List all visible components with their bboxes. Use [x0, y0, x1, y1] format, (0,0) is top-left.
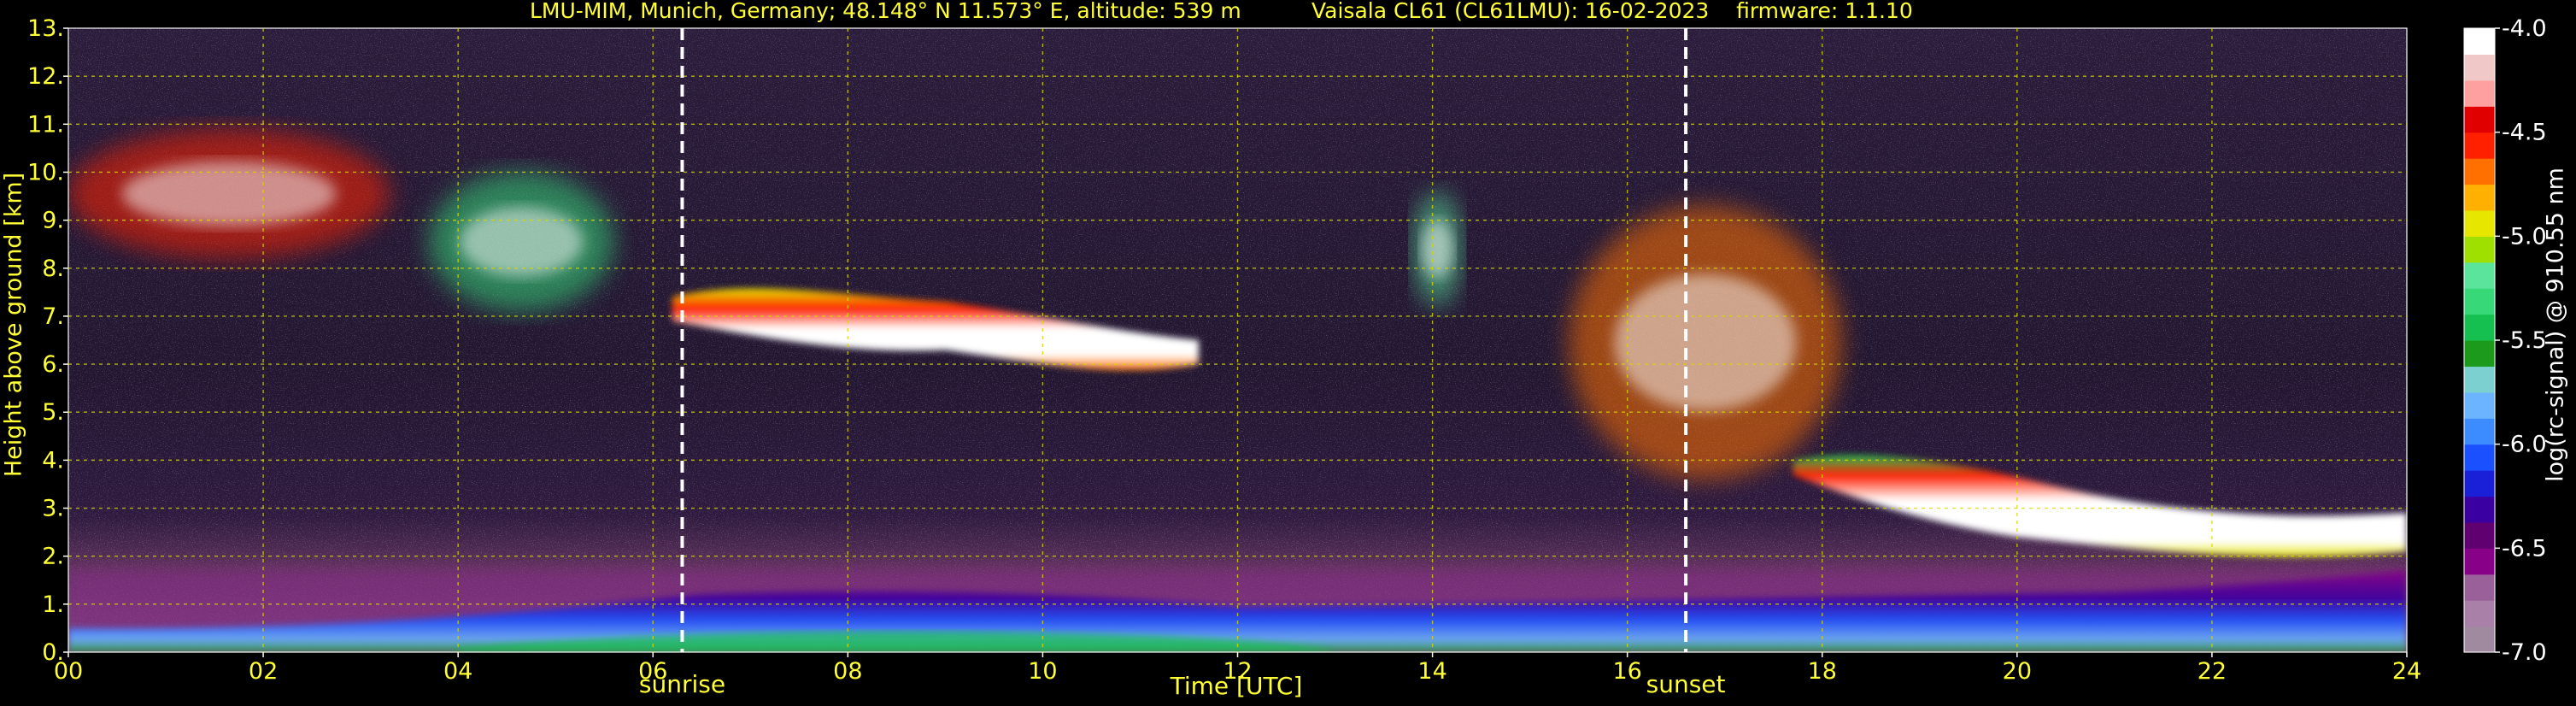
x-tick-label: 22 — [2198, 658, 2227, 685]
y-tick-label: 13. — [27, 15, 64, 42]
cirrus-14h-core — [1421, 220, 1454, 278]
colorbar-segment — [2464, 496, 2495, 523]
y-tick-label: 11. — [27, 111, 64, 138]
x-tick-label: 18 — [1808, 658, 1837, 685]
y-axis-ticks: 0. 1. 2. 3. 4. 5. 6. 7. 8. 9. 10. 11. 12. 13. — [27, 15, 68, 666]
colorbar-tick-label: -5.0 — [2502, 223, 2547, 250]
colorbar-segment — [2464, 444, 2495, 471]
colorbar-segment — [2464, 418, 2495, 445]
y-tick-label: 5. — [42, 399, 64, 426]
sunrise-label: sunrise — [638, 670, 726, 698]
colorbar-segment — [2464, 79, 2495, 107]
colorbar-segment — [2464, 600, 2495, 627]
colorbar-segment — [2464, 209, 2495, 237]
colorbar-tick-label: -5.5 — [2502, 327, 2547, 354]
colorbar-label: log(rc-signal) @ 910.55 nm — [2542, 168, 2569, 482]
colorbar-tick-label: -6.0 — [2502, 432, 2547, 458]
y-tick-label: 7. — [42, 303, 64, 330]
colorbar-tick-label: -4.5 — [2502, 120, 2547, 146]
colorbar-segment — [2464, 288, 2495, 315]
colorbar-segment — [2464, 262, 2495, 289]
colorbar-segment — [2464, 314, 2495, 341]
y-tick-label: 2. — [42, 544, 64, 570]
colorbar-segment — [2464, 236, 2495, 263]
x-tick-label: 02 — [249, 658, 278, 685]
colorbar-tick-label: -4.0 — [2502, 15, 2547, 42]
y-axis-label: Height above ground [km] — [0, 172, 27, 478]
y-tick-label: 10. — [27, 159, 64, 185]
x-tick-label: 16 — [1612, 658, 1641, 685]
y-tick-label: 12. — [27, 63, 64, 90]
colorbar-segment — [2464, 158, 2495, 185]
x-axis-label: Time [UTC] — [1170, 672, 1303, 700]
cloud-descending-core — [1614, 274, 1797, 411]
colorbar-segment — [2464, 626, 2495, 653]
colorbar: -7.0 -6.5 -6.0 -5.5 -5.0 -4.5 -4.0 — [2463, 15, 2547, 666]
lidar-figure: 00 02 04 06 08 10 12 14 16 18 20 22 24 0.1.2.3.4.5.6… — [27, 15, 2547, 685]
colorbar-segment — [2464, 574, 2495, 601]
y-tick-label: 8. — [42, 256, 64, 282]
cirrus-morning-core — [460, 207, 584, 277]
colorbar-tick-label: -7.0 — [2502, 639, 2547, 666]
colorbar-segment — [2464, 340, 2495, 368]
colorbar-segment — [2464, 521, 2495, 549]
x-tick-label: 20 — [2003, 658, 2032, 685]
x-tick-label: 10 — [1028, 658, 1057, 685]
colorbar-segment — [2464, 548, 2495, 575]
colorbar-segment — [2464, 132, 2495, 159]
y-tick-label: 4. — [42, 447, 64, 474]
colorbar-tick-label: -6.5 — [2502, 535, 2547, 562]
y-tick-label: 1. — [42, 591, 64, 618]
y-tick-label: 9. — [42, 208, 64, 234]
x-tick-label: 24 — [2392, 658, 2421, 685]
x-tick-label: 14 — [1417, 658, 1446, 685]
colorbar-segment — [2464, 184, 2495, 211]
colorbar-segment — [2464, 391, 2495, 419]
y-tick-label: 0. — [42, 639, 64, 666]
colorbar-segment — [2464, 106, 2495, 133]
sunset-label: sunset — [1646, 670, 1726, 698]
colorbar-segment — [2464, 470, 2495, 497]
y-tick-label: 3. — [42, 496, 64, 522]
x-tick-label: 08 — [833, 658, 862, 685]
y-tick-label: 6. — [42, 351, 64, 378]
chart-title-instrument: Vaisala CL61 (CL61LMU): 16-02-2023 firmw… — [1311, 0, 1913, 23]
chart-title-location: LMU-MIM, Munich, Germany; 48.148° N 11.5… — [530, 0, 1241, 23]
colorbar-segment — [2464, 28, 2495, 56]
cirrus-early-core — [121, 161, 337, 227]
colorbar-segment — [2464, 366, 2495, 393]
colorbar-segment — [2464, 54, 2495, 81]
x-tick-label: 04 — [443, 658, 472, 685]
